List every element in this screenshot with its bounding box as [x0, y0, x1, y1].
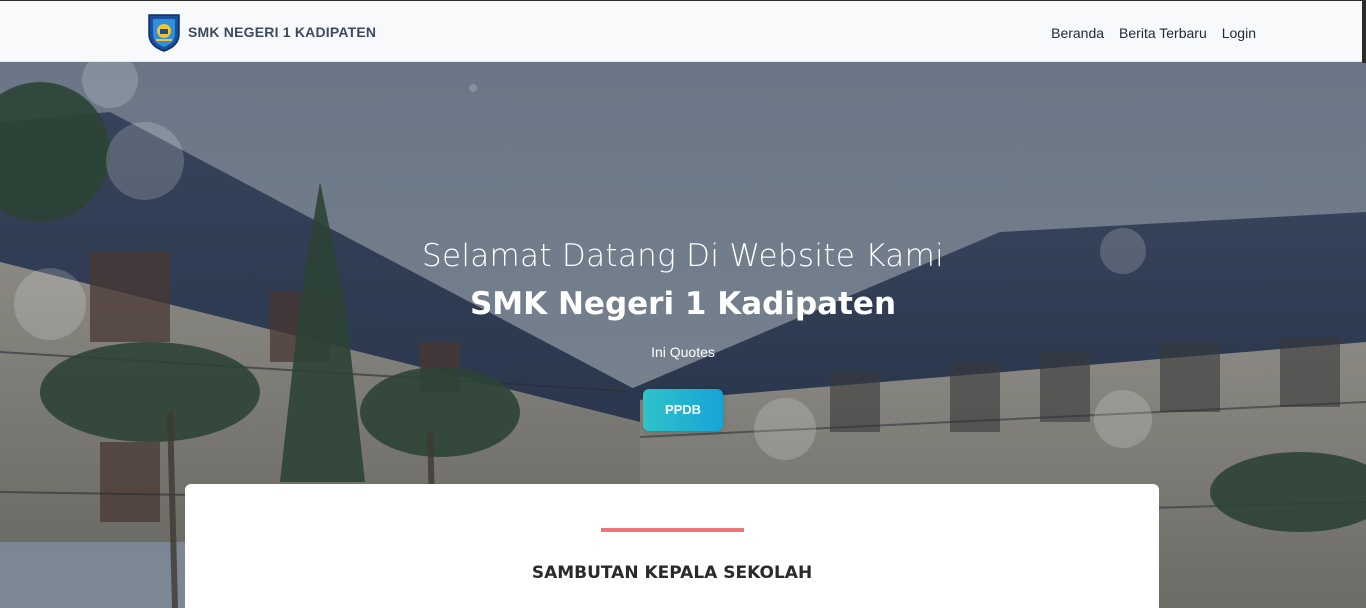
- nav-link-beranda[interactable]: Beranda: [1051, 25, 1104, 41]
- section-title: SAMBUTAN KEPALA SEKOLAH: [531, 563, 813, 583]
- nav-link-berita-terbaru[interactable]: Berita Terbaru: [1119, 25, 1207, 41]
- decor-bubble: [469, 84, 477, 92]
- brand-link[interactable]: SMK NEGERI 1 KADIPATEN: [146, 12, 376, 52]
- school-shield-logo: [148, 14, 180, 52]
- hero-welcome-text: Selamat Datang Di Website Kami: [421, 238, 945, 274]
- hero-title: SMK Negeri 1 Kadipaten: [469, 286, 897, 322]
- window-edge: [1362, 1, 1366, 63]
- navbar: SMK NEGERI 1 KADIPATEN Beranda Berita Te…: [0, 0, 1366, 63]
- nav-menu: Beranda Berita Terbaru Login: [1051, 25, 1256, 41]
- ppdb-button[interactable]: PPDB: [643, 389, 723, 431]
- hero-quote: Ini Quotes: [651, 344, 715, 360]
- decor-bubble: [106, 122, 184, 200]
- brand-name: SMK NEGERI 1 KADIPATEN: [188, 24, 377, 40]
- section-accent-line: [601, 528, 744, 532]
- principal-welcome-card: SAMBUTAN KEPALA SEKOLAH: [185, 484, 1159, 608]
- nav-link-login[interactable]: Login: [1222, 25, 1256, 41]
- page: SMK NEGERI 1 KADIPATEN Beranda Berita Te…: [0, 0, 1366, 608]
- hero-content: Selamat Datang Di Website Kami SMK Neger…: [0, 232, 1366, 431]
